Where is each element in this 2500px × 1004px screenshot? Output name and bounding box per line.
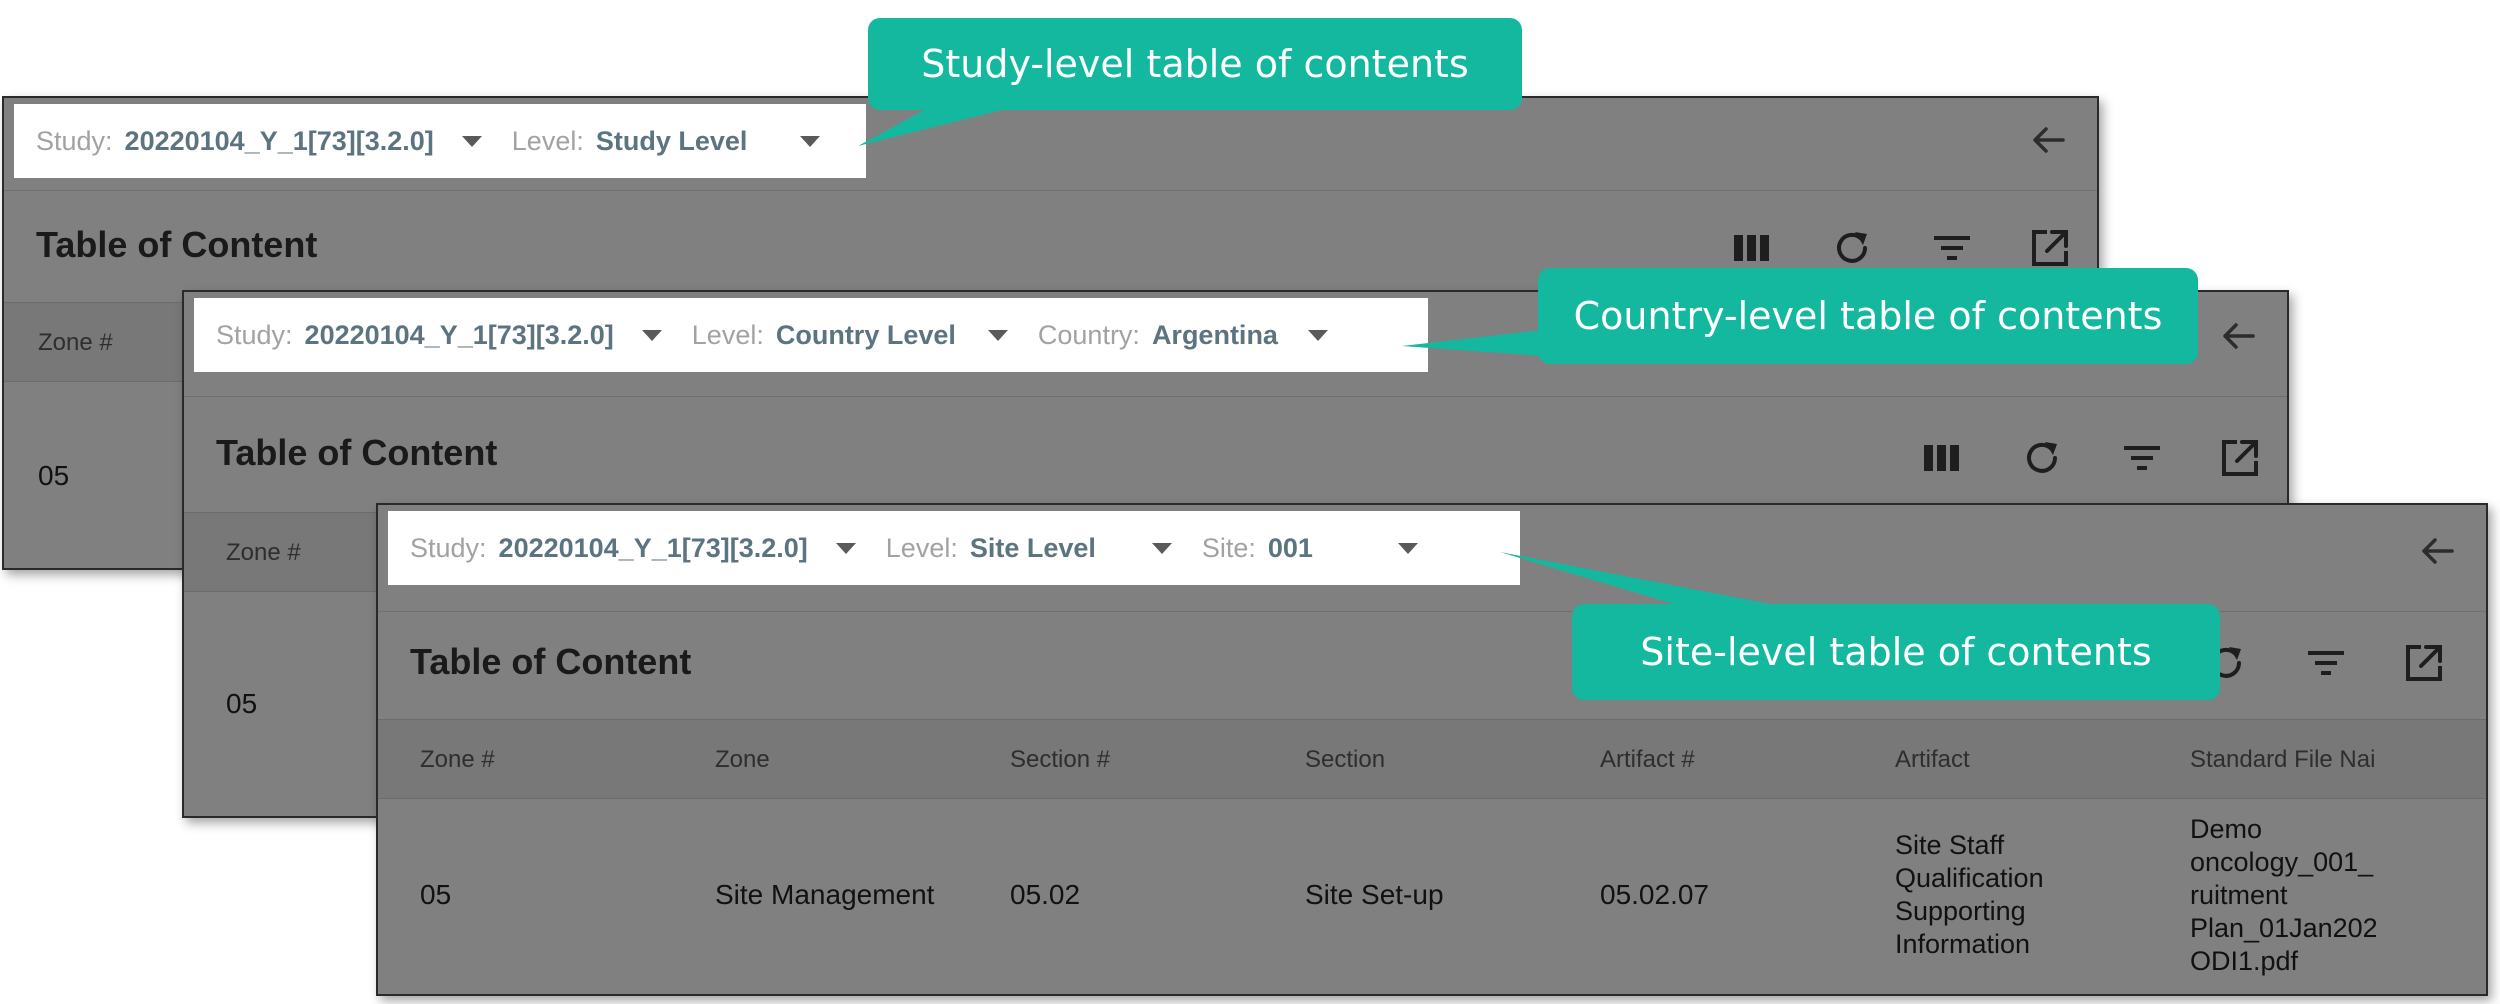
callout-pointer (1500, 552, 1780, 606)
callout-pointers (858, 108, 1780, 606)
country-level-callout: Country-level table of contents (1538, 268, 2198, 364)
site-level-callout: Site-level table of contents (1572, 604, 2220, 700)
callout-pointer (858, 108, 1010, 146)
callout-pointer (1402, 330, 1542, 356)
study-level-callout: Study-level table of contents (868, 18, 1522, 110)
